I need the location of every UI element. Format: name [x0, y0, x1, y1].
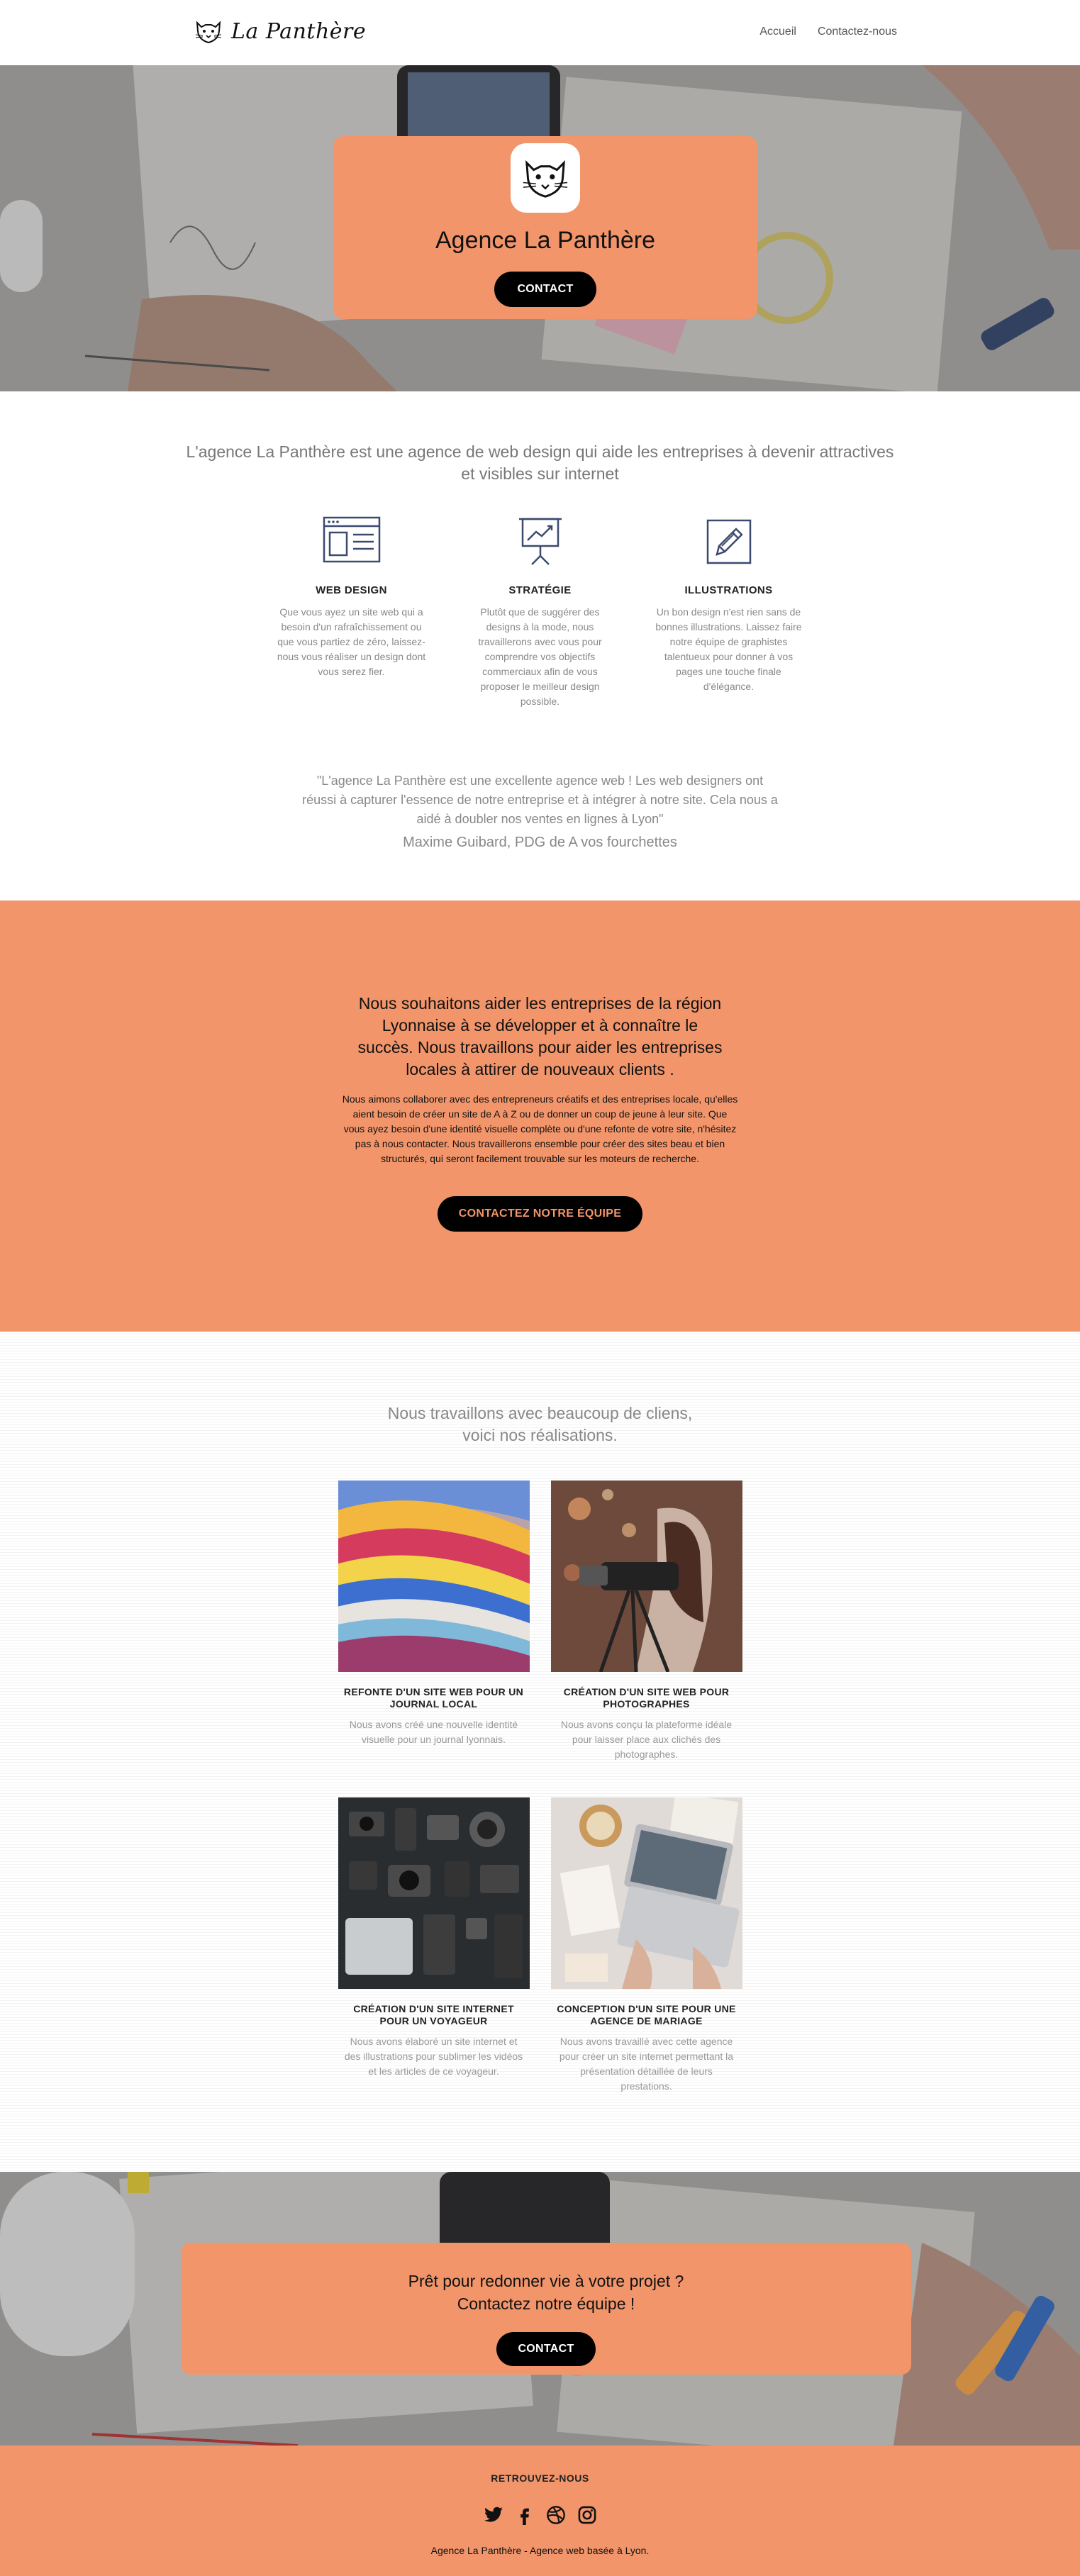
- testimonial-quote: "L'agence La Panthère est une excellente…: [302, 774, 778, 826]
- hero-title: Agence La Panthère: [435, 227, 656, 254]
- work-card-journal[interactable]: REFONTE D'UN SITE WEB POUR UN JOURNAL LO…: [338, 1481, 530, 1762]
- mission-text: Nous aimons collaborer avec des entrepre…: [342, 1093, 738, 1164]
- dribbble-icon[interactable]: [546, 2505, 566, 2525]
- cta-contact-button[interactable]: CONTACT: [496, 2332, 596, 2366]
- works-title: Nous travaillons avec beaucoup de cliens…: [0, 1403, 1080, 1446]
- work-title: CRÉATION D'UN SITE WEB POUR PHOTOGRAPHES: [563, 1686, 730, 1710]
- works-title-line-2: voici nos réalisations.: [462, 1426, 618, 1444]
- main-nav: Accueil Contactez-nous: [759, 26, 897, 38]
- magazines-image: [338, 1481, 530, 1672]
- pencil-icon: [706, 519, 751, 564]
- works-grid: REFONTE D'UN SITE WEB POUR UN JOURNAL LO…: [338, 1481, 742, 2094]
- footer-heading: RETROUVEZ-NOUS: [491, 2472, 589, 2484]
- cta-line-2: Contactez notre équipe !: [457, 2295, 635, 2313]
- work-card-photographes[interactable]: CRÉATION D'UN SITE WEB POUR PHOTOGRAPHES…: [550, 1481, 742, 1762]
- testimonial-author: Maxime Guibard, PDG de A vos fourchettes: [403, 835, 677, 850]
- facebook-icon[interactable]: [515, 2505, 535, 2525]
- hero-section: Agence La Panthère CONTACT: [0, 65, 1080, 391]
- footer-copyright: Agence La Panthère - Agence web basée à …: [430, 2545, 650, 2556]
- service-title: STRATÉGIE: [508, 584, 572, 596]
- work-title: CRÉATION D'UN SITE INTERNET POUR UN VOYA…: [353, 2003, 514, 2026]
- service-text: Que vous ayez un site web qui a besoin d…: [277, 606, 426, 677]
- mission-title: Nous souhaitons aider les entreprises de…: [357, 994, 723, 1078]
- photographer-image: [550, 1481, 742, 1672]
- browser-window-icon: [323, 516, 380, 563]
- site-header: La Panthère Accueil Contactez-nous: [0, 0, 1080, 65]
- hero-logo-badge: [511, 143, 580, 213]
- camera-gear-image: [338, 1797, 530, 1989]
- work-card-voyageur[interactable]: CRÉATION D'UN SITE INTERNET POUR UN VOYA…: [338, 1797, 530, 2094]
- hero-card: Agence La Panthère CONTACT: [333, 136, 757, 319]
- cta-title: Prêt pour redonner vie à votre projet ? …: [181, 2270, 911, 2315]
- contact-team-button[interactable]: CONTACTEZ NOTRE ÉQUIPE: [437, 1196, 643, 1232]
- service-title: WEB DESIGN: [316, 584, 387, 596]
- presentation-chart-icon: [518, 518, 562, 565]
- cta-line-1: Prêt pour redonner vie à votre projet ?: [408, 2272, 684, 2290]
- service-illustrations: ILLUSTRATIONS Un bon design n'est rien s…: [652, 513, 806, 709]
- hero-contact-button[interactable]: CONTACT: [494, 272, 596, 307]
- service-text: Plutôt que de suggérer des designs à la …: [478, 606, 602, 707]
- laptop-desk-image: [550, 1797, 742, 1989]
- panther-face-icon: [523, 160, 568, 198]
- work-card-mariage[interactable]: CONCEPTION D'UN SITE POUR UNE AGENCE DE …: [550, 1797, 742, 2094]
- works-title-line-1: Nous travaillons avec beaucoup de cliens…: [387, 1404, 693, 1422]
- work-text: Nous avons élaboré un site internet et d…: [344, 2036, 523, 2077]
- brand-name: La Panthère: [231, 18, 367, 44]
- service-strategie: STRATÉGIE Plutôt que de suggérer des des…: [464, 513, 617, 709]
- site-footer: RETROUVEZ-NOUS Agence La Panthère - Agen…: [0, 2446, 1080, 2576]
- works-section: Nous travaillons avec beaucoup de cliens…: [0, 1332, 1080, 2172]
- intro-section: L'agence La Panthère est une agence de w…: [0, 391, 1080, 851]
- cta-section: Prêt pour redonner vie à votre projet ? …: [0, 2172, 1080, 2446]
- intro-text: L'agence La Panthère est une agence de w…: [186, 442, 894, 483]
- work-text: Nous avons conçu la plateforme idéale po…: [560, 1719, 733, 1760]
- services-list: WEB DESIGN Que vous ayez un site web qui…: [0, 513, 1080, 709]
- work-text: Nous avons créé une nouvelle identité vi…: [349, 1719, 518, 1745]
- service-text: Un bon design n'est rien sans de bonnes …: [655, 606, 802, 692]
- work-text: Nous avons travaillé avec cette agence p…: [559, 2036, 734, 2092]
- nav-link-contact[interactable]: Contactez-nous: [818, 26, 897, 38]
- cta-card: Prêt pour redonner vie à votre projet ? …: [181, 2243, 911, 2375]
- service-web-design: WEB DESIGN Que vous ayez un site web qui…: [275, 513, 428, 709]
- panther-logo-icon: [195, 21, 222, 44]
- twitter-icon[interactable]: [484, 2505, 503, 2525]
- mission-section: Nous souhaitons aider les entreprises de…: [0, 901, 1080, 1332]
- work-title: CONCEPTION D'UN SITE POUR UNE AGENCE DE …: [557, 2003, 736, 2026]
- nav-link-accueil[interactable]: Accueil: [759, 26, 796, 38]
- work-title: REFONTE D'UN SITE WEB POUR UN JOURNAL LO…: [343, 1686, 524, 1710]
- service-title: ILLUSTRATIONS: [684, 584, 773, 596]
- brand-logo[interactable]: La Panthère: [193, 16, 366, 47]
- instagram-icon[interactable]: [577, 2505, 597, 2525]
- social-links: [0, 2505, 1080, 2525]
